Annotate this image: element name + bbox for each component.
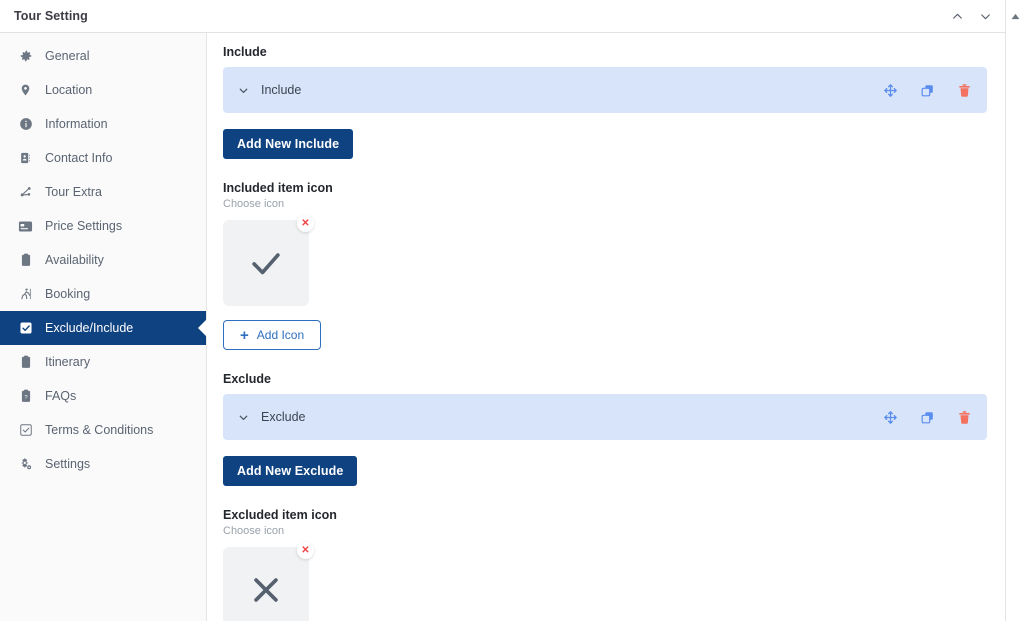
exclude-accordion-label: Exclude bbox=[261, 410, 306, 424]
checkbox-icon bbox=[18, 321, 33, 336]
sidebar-item-settings[interactable]: Settings bbox=[0, 447, 206, 481]
page-title: Tour Setting bbox=[14, 9, 88, 23]
check-icon bbox=[252, 253, 280, 275]
sidebar-item-information[interactable]: Information bbox=[0, 107, 206, 141]
sidebar-item-exclude-include[interactable]: Exclude/Include bbox=[0, 311, 206, 345]
hiker-icon bbox=[18, 287, 33, 302]
window-controls bbox=[947, 0, 995, 33]
exclude-include-panel: Include Include Add New Include Included… bbox=[207, 33, 1005, 621]
chevron-down-icon[interactable] bbox=[235, 82, 251, 98]
exclude-section: Exclude Exclude Add New Exclude Excluded… bbox=[223, 372, 987, 621]
excluded-item-icon-sublabel: Choose icon bbox=[223, 525, 285, 537]
window-scrollbar[interactable] bbox=[1005, 0, 1024, 621]
add-new-exclude-button[interactable]: Add New Exclude bbox=[223, 456, 358, 486]
sidebar-item-faqs[interactable]: ? FAQs bbox=[0, 379, 206, 413]
sidebar-item-label: Exclude/Include bbox=[45, 321, 134, 335]
sidebar-item-label: Settings bbox=[45, 457, 91, 471]
sidebar-item-label: FAQs bbox=[45, 389, 77, 403]
included-item-icon-block: Included item icon Choose icon ✕ + Add I… bbox=[223, 181, 987, 350]
sidebar-item-booking[interactable]: Booking bbox=[0, 277, 206, 311]
collapse-up-button[interactable] bbox=[947, 7, 967, 27]
sidebar-item-label: Itinerary bbox=[45, 355, 91, 369]
sidebar-item-label: Terms & Conditions bbox=[45, 423, 154, 437]
tour-setting-window: Tour Setting General Location Informatio… bbox=[0, 0, 1024, 621]
clipboard-question-icon: ? bbox=[18, 389, 33, 404]
x-mark-icon bbox=[254, 578, 278, 602]
include-accordion-label: Include bbox=[261, 83, 302, 97]
sidebar-item-label: Contact Info bbox=[45, 151, 113, 165]
window-title-bar: Tour Setting bbox=[0, 0, 1005, 33]
sidebar-item-location[interactable]: Location bbox=[0, 73, 206, 107]
share-nodes-icon bbox=[18, 185, 33, 200]
chevron-up-icon bbox=[952, 13, 962, 19]
include-accordion-actions bbox=[882, 82, 973, 99]
scrollbar-up-button[interactable] bbox=[1006, 0, 1024, 33]
scroll-up-arrow-icon bbox=[1011, 13, 1019, 20]
sidebar-item-label: Location bbox=[45, 83, 93, 97]
sidebar-item-label: Booking bbox=[45, 287, 91, 301]
include-accordion-row[interactable]: Include bbox=[223, 67, 987, 113]
contact-card-icon bbox=[18, 151, 33, 166]
collapse-down-button[interactable] bbox=[975, 7, 995, 27]
window-body: General Location Information Contact Inf… bbox=[0, 33, 1005, 621]
excluded-item-icon-label: Excluded item icon bbox=[223, 508, 337, 522]
include-section-title: Include bbox=[223, 45, 267, 59]
excluded-icon-thumbnail[interactable]: ✕ bbox=[223, 542, 314, 621]
remove-included-icon-button[interactable]: ✕ bbox=[297, 215, 314, 232]
included-item-icon-sublabel: Choose icon bbox=[223, 198, 285, 210]
sidebar-item-label: Price Settings bbox=[45, 219, 123, 233]
excluded-item-icon-block: Excluded item icon Choose icon ✕ bbox=[223, 508, 987, 621]
exclude-section-title: Exclude bbox=[223, 372, 271, 386]
remove-excluded-icon-button[interactable]: ✕ bbox=[297, 542, 314, 559]
sidebar-item-label: Information bbox=[45, 117, 108, 131]
trash-icon[interactable] bbox=[956, 82, 973, 99]
checkbox-outline-icon bbox=[18, 423, 33, 438]
info-icon bbox=[18, 117, 33, 132]
move-arrows-icon[interactable] bbox=[882, 82, 899, 99]
exclude-accordion-actions bbox=[882, 409, 973, 426]
sidebar-item-label: Availability bbox=[45, 253, 104, 267]
clipboard-icon bbox=[18, 253, 33, 268]
settings-sidebar: General Location Information Contact Inf… bbox=[0, 33, 207, 621]
exclude-accordion-row[interactable]: Exclude bbox=[223, 394, 987, 440]
add-icon-label: Add Icon bbox=[256, 328, 305, 342]
move-arrows-icon[interactable] bbox=[882, 409, 899, 426]
sidebar-item-tour-extra[interactable]: Tour Extra bbox=[0, 175, 206, 209]
sidebar-item-contact-info[interactable]: Contact Info bbox=[0, 141, 206, 175]
chevron-down-icon[interactable] bbox=[235, 409, 251, 425]
clipboard-icon bbox=[18, 355, 33, 370]
map-pin-icon bbox=[18, 83, 33, 98]
included-item-icon-label: Included item icon bbox=[223, 181, 333, 195]
sidebar-item-general[interactable]: General bbox=[0, 39, 206, 73]
included-icon-thumbnail[interactable]: ✕ bbox=[223, 215, 314, 306]
sidebar-item-terms-conditions[interactable]: Terms & Conditions bbox=[0, 413, 206, 447]
gear-icon bbox=[18, 49, 33, 64]
credit-card-icon bbox=[18, 219, 33, 234]
copy-icon[interactable] bbox=[919, 409, 936, 426]
sidebar-item-availability[interactable]: Availability bbox=[0, 243, 206, 277]
sidebar-item-label: General bbox=[45, 49, 90, 63]
chevron-down-icon bbox=[980, 14, 990, 20]
gears-icon bbox=[18, 457, 33, 472]
copy-icon[interactable] bbox=[919, 82, 936, 99]
sidebar-item-price-settings[interactable]: Price Settings bbox=[0, 209, 206, 243]
add-new-include-button[interactable]: Add New Include bbox=[223, 129, 354, 159]
sidebar-item-label: Tour Extra bbox=[45, 185, 102, 199]
add-icon-button[interactable]: + Add Icon bbox=[223, 320, 322, 350]
plus-icon: + bbox=[240, 326, 249, 344]
trash-icon[interactable] bbox=[956, 409, 973, 426]
include-section: Include Include Add New Include Included… bbox=[223, 45, 987, 350]
sidebar-item-itinerary[interactable]: Itinerary bbox=[0, 345, 206, 379]
